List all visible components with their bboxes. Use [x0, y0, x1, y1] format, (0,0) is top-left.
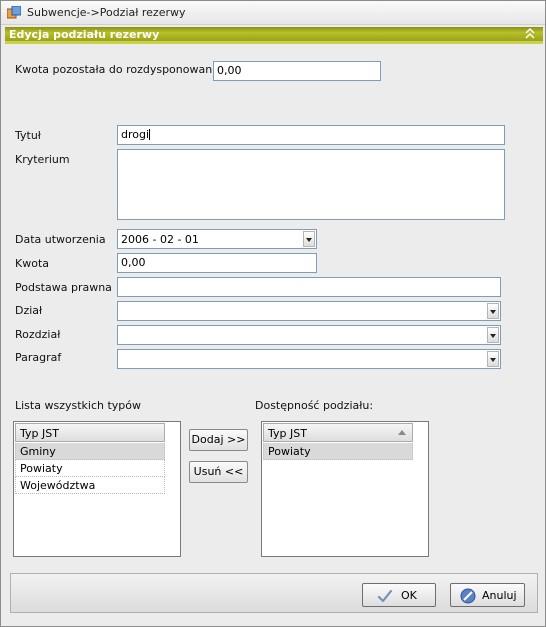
chapter-label: Rozdział [15, 328, 61, 341]
form-content: Kwota pozostała do rozdysponowania: 0,00… [5, 47, 543, 565]
panel-header[interactable]: Edycja podziału rezerwy [5, 27, 543, 44]
chapter-select[interactable] [117, 325, 501, 345]
chevron-down-icon[interactable] [303, 231, 315, 247]
cancel-label: Anuluj [482, 589, 517, 602]
list-item[interactable]: Województwa [15, 477, 165, 494]
department-label: Dział [15, 304, 43, 317]
criterion-label: Kryterium [15, 153, 70, 166]
panel-title: Edycja podziału rezerwy [9, 28, 160, 41]
paragraph-label: Paragraf [15, 351, 62, 364]
ok-label: OK [401, 589, 417, 602]
ok-button[interactable]: OK [362, 583, 436, 607]
chevron-down-icon[interactable] [487, 303, 499, 319]
column-header-typ-jst[interactable]: Typ JST [15, 423, 165, 442]
collapse-icon[interactable] [525, 27, 535, 44]
available-list[interactable]: Typ JST Powiaty [261, 421, 429, 557]
all-types-list[interactable]: Typ JST Gminy Powiaty Województwa [13, 421, 181, 557]
title-field[interactable]: drogi [117, 125, 505, 145]
title-value: drogi [121, 128, 150, 141]
amount-label: Kwota [15, 257, 49, 270]
app-icon [7, 6, 21, 19]
department-select[interactable] [117, 301, 501, 321]
window-title: Subwencje->Podział rezerwy [27, 6, 186, 19]
remaining-amount-label: Kwota pozostała do rozdysponowania: [15, 63, 226, 76]
column-header-typ-jst[interactable]: Typ JST [263, 423, 413, 442]
add-button[interactable]: Dodaj >> [189, 429, 248, 451]
date-value: 2006 - 02 - 01 [121, 233, 199, 246]
column-header-label: Typ JST [268, 427, 307, 440]
legal-basis-field[interactable] [117, 277, 501, 297]
chevron-down-icon[interactable] [487, 351, 499, 367]
sort-ascending-icon [398, 430, 406, 435]
amount-field[interactable]: 0,00 [117, 253, 317, 273]
dialog-window: Subwencje->Podział rezerwy Edycja podzia… [0, 0, 546, 627]
date-label: Data utworzenia [15, 233, 106, 246]
button-bar: OK Anuluj [10, 573, 538, 613]
list-item[interactable]: Gminy [15, 443, 165, 460]
chevron-down-icon[interactable] [487, 327, 499, 343]
available-label: Dostępność podziału: [255, 399, 374, 412]
legal-basis-label: Podstawa prawna [15, 281, 112, 294]
title-bar: Subwencje->Podział rezerwy [1, 1, 545, 25]
title-label: Tytuł [15, 129, 41, 142]
remaining-amount-field[interactable]: 0,00 [213, 61, 381, 81]
remove-button[interactable]: Usuń << [189, 461, 248, 483]
date-picker[interactable]: 2006 - 02 - 01 [117, 229, 317, 249]
cancel-button[interactable]: Anuluj [450, 583, 525, 607]
checkmark-icon [377, 589, 393, 603]
list-item[interactable]: Powiaty [263, 443, 413, 460]
all-types-label: Lista wszystkich typów [15, 399, 141, 412]
list-item[interactable]: Powiaty [15, 460, 165, 477]
paragraph-select[interactable] [117, 349, 501, 369]
cancel-icon [460, 588, 476, 604]
criterion-textarea[interactable] [117, 149, 505, 220]
